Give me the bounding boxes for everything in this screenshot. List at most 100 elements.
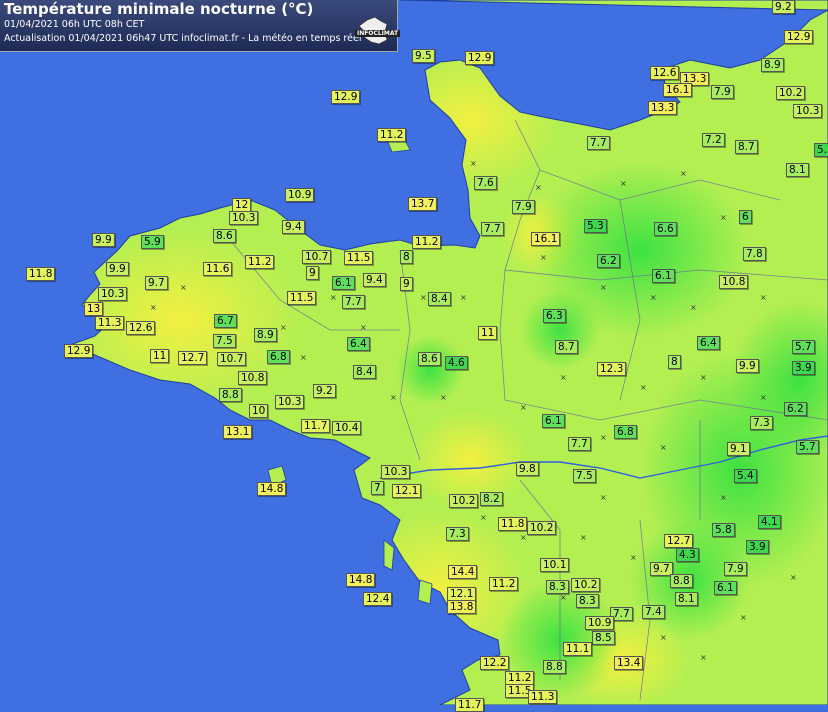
station-value-label[interactable]: 7.9 [711,85,734,99]
station-value-label[interactable]: 4.3 [676,548,699,562]
station-value-label[interactable]: 7.4 [642,605,665,619]
station-value-label[interactable]: 11.2 [245,255,275,269]
station-value-label[interactable]: 9.9 [736,359,759,373]
station-value-label[interactable]: 6.8 [267,350,290,364]
station-value-label[interactable]: 11 [478,326,498,340]
station-value-label[interactable]: 13.8 [447,600,477,614]
station-value-label[interactable]: 7.7 [587,136,610,150]
station-value-label[interactable]: 7.6 [474,176,497,190]
station-value-label[interactable]: 8.7 [555,340,578,354]
station-value-label[interactable]: 10.7 [302,250,332,264]
station-value-label[interactable]: 7.9 [512,200,535,214]
station-value-label[interactable]: 12.9 [64,344,94,358]
station-value-label[interactable]: 7 [371,481,384,495]
station-value-label[interactable]: 6.2 [597,254,620,268]
station-value-label[interactable]: 10.2 [527,521,557,535]
station-value-label[interactable]: 10 [249,404,269,418]
station-value-label[interactable]: 7.7 [342,295,365,309]
station-value-label[interactable]: 8.4 [428,292,451,306]
station-value-label[interactable]: 6.8 [614,425,637,439]
station-value-label[interactable]: 8.4 [353,365,376,379]
station-value-label[interactable]: 10.8 [238,371,268,385]
station-value-label[interactable]: 5.2 [814,143,828,157]
station-value-label[interactable]: 12.6 [126,321,156,335]
station-value-label[interactable]: 12 [232,198,252,212]
station-value-label[interactable]: 8.7 [735,140,758,154]
station-value-label[interactable]: 12.1 [392,484,422,498]
station-value-label[interactable]: 6.4 [697,336,720,350]
station-value-label[interactable]: 9.9 [106,262,129,276]
station-value-label[interactable]: 12.3 [597,362,627,376]
station-value-label[interactable]: 12.1 [447,587,477,601]
station-value-label[interactable]: 10.9 [585,616,615,630]
station-value-label[interactable]: 12.6 [650,66,680,80]
station-value-label[interactable]: 11.2 [412,235,442,249]
station-value-label[interactable]: 13.1 [223,425,253,439]
station-value-label[interactable]: 12.9 [465,51,495,65]
station-value-label[interactable]: 10.9 [285,188,315,202]
station-value-label[interactable]: 9.9 [92,233,115,247]
station-value-label[interactable]: 8.9 [761,58,784,72]
station-value-label[interactable]: 6.1 [332,276,355,290]
station-value-label[interactable]: 11.7 [301,419,331,433]
station-value-label[interactable]: 5.4 [734,469,757,483]
station-value-label[interactable]: 7.5 [213,334,236,348]
station-value-label[interactable]: 11.8 [26,267,56,281]
station-value-label[interactable]: 9.7 [145,276,168,290]
station-value-label[interactable]: 8.9 [254,328,277,342]
station-value-label[interactable]: 6.7 [214,314,237,328]
station-value-label[interactable]: 10.3 [275,395,305,409]
station-value-label[interactable]: 11.2 [505,671,535,685]
station-value-label[interactable]: 11.3 [95,316,125,330]
station-value-label[interactable]: 9.8 [516,462,539,476]
station-value-label[interactable]: 7.8 [743,247,766,261]
station-value-label[interactable]: 16.1 [531,232,561,246]
station-value-label[interactable]: 6.3 [543,309,566,323]
station-value-label[interactable]: 10.3 [381,465,411,479]
station-value-label[interactable]: 10.4 [332,421,362,435]
station-value-label[interactable]: 4.1 [758,515,781,529]
station-value-label[interactable]: 7.9 [724,562,747,576]
station-value-label[interactable]: 4.6 [445,356,468,370]
station-value-label[interactable]: 10.1 [540,558,570,572]
station-value-label[interactable]: 10.8 [719,275,749,289]
station-value-label[interactable]: 7.3 [446,527,469,541]
station-value-label[interactable]: 9.2 [313,384,336,398]
station-value-label[interactable]: 9 [306,266,319,280]
station-value-label[interactable]: 10.2 [449,494,479,508]
station-value-label[interactable]: 13.4 [614,656,644,670]
station-value-label[interactable]: 6.2 [784,402,807,416]
station-value-label[interactable]: 10.2 [571,578,601,592]
station-value-label[interactable]: 5.7 [796,440,819,454]
station-value-label[interactable]: 12.9 [331,90,361,104]
station-value-label[interactable]: 11.7 [455,698,485,712]
station-value-label[interactable]: 6.1 [714,581,737,595]
station-value-label[interactable]: 5.8 [712,523,735,537]
station-value-label[interactable]: 14.8 [257,482,287,496]
station-value-label[interactable]: 3.9 [746,540,769,554]
station-value-label[interactable]: 8.1 [675,592,698,606]
station-value-label[interactable]: 9.2 [772,0,795,14]
station-value-label[interactable]: 12.4 [363,592,393,606]
station-value-label[interactable]: 9.4 [282,220,305,234]
station-value-label[interactable]: 8.1 [786,163,809,177]
station-value-label[interactable]: 8.6 [418,352,441,366]
station-value-label[interactable]: 8 [668,355,681,369]
station-value-label[interactable]: 16.1 [663,83,693,97]
station-value-label[interactable]: 7.3 [750,416,773,430]
station-value-label[interactable]: 3.9 [792,361,815,375]
station-value-label[interactable]: 6.6 [654,222,677,236]
station-value-label[interactable]: 8.8 [543,660,566,674]
station-value-label[interactable]: 10.2 [776,86,806,100]
station-value-label[interactable]: 12.2 [480,656,510,670]
station-value-label[interactable]: 14.4 [448,565,478,579]
station-value-label[interactable]: 9 [400,277,413,291]
station-value-label[interactable]: 10.3 [229,211,259,225]
station-value-label[interactable]: 7.7 [481,222,504,236]
station-value-label[interactable]: 9.1 [727,442,750,456]
station-value-label[interactable]: 10.3 [98,287,128,301]
station-value-label[interactable]: 8.8 [670,574,693,588]
station-value-label[interactable]: 6 [739,210,752,224]
station-value-label[interactable]: 7.2 [702,133,725,147]
station-value-label[interactable]: 12.9 [784,30,814,44]
